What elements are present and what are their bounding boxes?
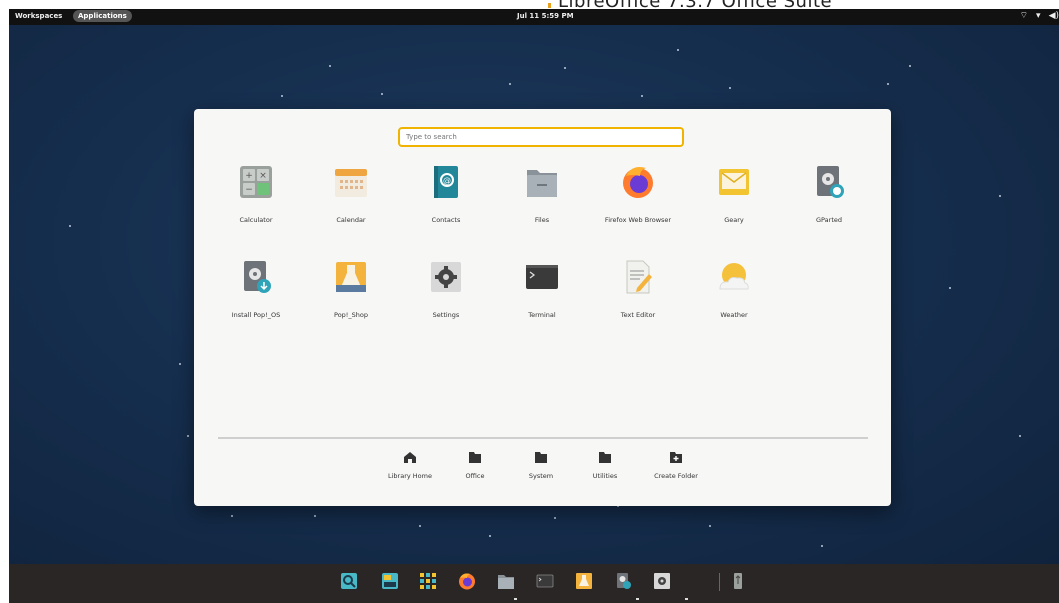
app-label: Settings xyxy=(432,311,460,319)
dock-separator xyxy=(719,573,720,591)
app-label: Text Editor xyxy=(620,311,656,319)
calendar-icon xyxy=(335,169,367,197)
folder-icon xyxy=(469,452,481,463)
folder-icon xyxy=(535,452,547,463)
library-utilities-button[interactable]: Utilities xyxy=(585,450,625,490)
library-label: Office xyxy=(465,472,485,480)
running-indicator xyxy=(685,598,688,600)
workspaces-grid-icon[interactable] xyxy=(381,572,399,590)
top-panel: Workspaces Applications Jul 11 5:59 PM ⌔… xyxy=(9,9,1059,25)
app-label: Calendar xyxy=(336,216,366,224)
app-label: Contacts xyxy=(431,216,461,224)
text-editor-icon xyxy=(626,260,652,294)
pop-shop-icon xyxy=(336,262,366,292)
home-icon xyxy=(404,452,416,463)
wifi-icon[interactable]: ▾ xyxy=(1036,11,1041,22)
caption-strip: LibreOffice 7.3.7 Office Suite xyxy=(0,0,1059,9)
geary-mail-icon xyxy=(719,169,749,195)
application-launcher: + × − Calculator Calendar @ Contacts xyxy=(194,109,891,506)
launcher-divider xyxy=(218,437,868,439)
installer-icon xyxy=(244,261,271,293)
terminal-icon[interactable] xyxy=(536,572,554,590)
app-install-popos[interactable]: Install Pop!_OS xyxy=(216,259,296,349)
clock[interactable]: Jul 11 5:59 PM xyxy=(517,12,574,20)
library-system-button[interactable]: System xyxy=(521,450,561,490)
running-indicator xyxy=(514,598,517,600)
volume-icon[interactable]: ◀) xyxy=(1049,11,1059,22)
dock xyxy=(9,564,1059,603)
search-input[interactable] xyxy=(398,127,684,147)
app-label: Install Pop!_OS xyxy=(231,311,281,319)
settings-gear-icon xyxy=(431,262,461,292)
svg-text:×: × xyxy=(259,171,267,181)
caption-marker xyxy=(548,3,551,8)
library-home-button[interactable]: Library Home xyxy=(382,450,438,490)
library-label: System xyxy=(528,472,554,480)
firefox-icon xyxy=(623,167,653,198)
workspaces-dock-icon[interactable] xyxy=(340,572,358,590)
folder-plus-icon xyxy=(670,452,682,463)
pop-shop-icon[interactable] xyxy=(575,572,593,590)
app-label: Weather xyxy=(720,311,748,319)
app-pop-shop[interactable]: Pop!_Shop xyxy=(311,259,391,349)
app-calculator[interactable]: + × − Calculator xyxy=(216,164,296,254)
library-label: Create Folder xyxy=(654,472,698,480)
app-label: Pop!_Shop xyxy=(334,311,368,319)
app-terminal[interactable]: Terminal xyxy=(502,259,582,349)
app-weather[interactable]: Weather xyxy=(694,259,774,349)
app-label: Terminal xyxy=(528,311,556,319)
workspaces-button[interactable]: Workspaces xyxy=(15,12,62,20)
network-icon[interactable]: ⌔ xyxy=(1020,11,1028,22)
app-label: Geary xyxy=(724,216,744,224)
app-text-editor[interactable]: Text Editor xyxy=(598,259,678,349)
system-tray[interactable]: ⌔ ▾ ◀) xyxy=(1020,11,1059,22)
svg-text:−: − xyxy=(245,185,253,195)
usb-drive-icon[interactable] xyxy=(729,572,747,590)
calculator-icon: + × − xyxy=(240,166,272,198)
firefox-icon[interactable] xyxy=(458,572,476,590)
app-label: Calculator xyxy=(239,216,273,224)
library-label: Utilities xyxy=(592,472,618,480)
weather-icon xyxy=(719,263,749,290)
applications-button[interactable]: Applications xyxy=(73,10,132,22)
caption-text: LibreOffice 7.3.7 Office Suite xyxy=(558,0,832,9)
svg-text:@: @ xyxy=(443,176,451,185)
app-settings[interactable]: Settings xyxy=(406,259,486,349)
files-icon[interactable] xyxy=(497,572,515,590)
app-geary[interactable]: Geary xyxy=(694,164,774,254)
svg-text:+: + xyxy=(245,171,253,181)
app-files[interactable]: Files xyxy=(502,164,582,254)
create-folder-button[interactable]: Create Folder xyxy=(646,450,706,490)
settings-gear-icon[interactable] xyxy=(653,572,671,590)
app-label: Firefox Web Browser xyxy=(604,216,672,224)
app-calendar[interactable]: Calendar xyxy=(311,164,391,254)
app-gparted[interactable]: GParted xyxy=(789,164,869,254)
app-firefox[interactable]: Firefox Web Browser xyxy=(598,164,678,254)
terminal-icon xyxy=(526,265,558,289)
gparted-icon xyxy=(817,166,844,198)
folder-icon xyxy=(599,452,611,463)
contacts-icon: @ xyxy=(434,166,458,198)
app-label: Files xyxy=(534,216,550,224)
files-icon xyxy=(527,170,557,197)
installer-icon[interactable] xyxy=(614,572,632,590)
library-label: Library Home xyxy=(388,472,432,480)
app-contacts[interactable]: @ Contacts xyxy=(406,164,486,254)
running-indicator xyxy=(636,598,639,600)
app-label: GParted xyxy=(816,216,842,224)
library-office-button[interactable]: Office xyxy=(455,450,495,490)
applications-grid-icon[interactable] xyxy=(419,572,437,590)
